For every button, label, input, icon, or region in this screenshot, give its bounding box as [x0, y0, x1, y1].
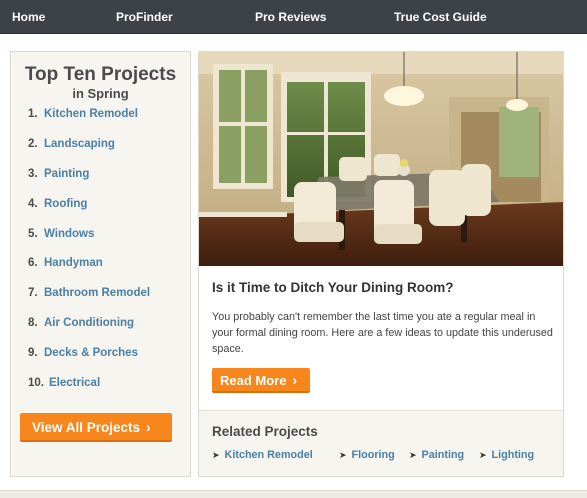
sidebar-subtitle: in Spring	[72, 86, 129, 101]
nav-home-link[interactable]: Home	[12, 10, 45, 24]
related-projects-title: Related Projects	[212, 424, 318, 439]
page-bottom-divider	[0, 490, 587, 498]
project-list-item: 2. Landscaping	[28, 138, 150, 168]
view-all-projects-label: View All Projects	[32, 420, 141, 435]
chevron-right-icon: ›	[292, 372, 298, 388]
top-navigation: Home ProFinder Pro Reviews True Cost Gui…	[0, 0, 587, 34]
project-rank: 4.	[28, 197, 38, 210]
related-link-lighting[interactable]: ➤ Lighting	[479, 449, 534, 461]
project-link-handyman[interactable]: Handyman	[44, 257, 103, 269]
related-projects: Related Projects ➤ Kitchen Remodel ➤ Floor…	[199, 410, 563, 476]
project-list-item: 1. Kitchen Remodel	[28, 108, 150, 138]
project-link-landscaping[interactable]: Landscaping	[44, 138, 115, 150]
project-rank: 7.	[28, 287, 38, 300]
top-projects-sidebar: Top Ten Projects in Spring 1. Kitchen Rem…	[10, 51, 191, 477]
project-list-item: 8. Air Conditioning	[28, 317, 150, 347]
related-link-label: Flooring	[351, 449, 395, 461]
related-link-kitchen-remodel[interactable]: ➤ Kitchen Remodel	[212, 449, 313, 461]
project-link-kitchen-remodel[interactable]: Kitchen Remodel	[44, 108, 138, 120]
arrow-right-icon: ➤	[409, 450, 417, 460]
related-link-label: Kitchen Remodel	[224, 449, 313, 461]
chevron-right-icon: ›	[146, 419, 151, 435]
project-link-decks-porches[interactable]: Decks & Porches	[44, 347, 138, 359]
project-link-windows[interactable]: Windows	[44, 228, 94, 240]
article-title[interactable]: Is it Time to Ditch Your Dining Room?	[212, 280, 454, 295]
project-rank: 8.	[28, 317, 38, 330]
project-rank: 3.	[28, 167, 38, 180]
read-more-label: Read More	[220, 373, 287, 388]
nav-pro-reviews-link[interactable]: Pro Reviews	[255, 10, 326, 24]
featured-article: Is it Time to Ditch Your Dining Room? Yo…	[198, 51, 564, 477]
read-more-button[interactable]: Read More ›	[212, 368, 310, 393]
dining-room-photo[interactable]	[199, 52, 563, 266]
arrow-right-icon: ➤	[339, 450, 347, 460]
related-link-label: Painting	[421, 449, 465, 461]
project-rank: 6.	[28, 257, 38, 270]
project-link-bathroom-remodel[interactable]: Bathroom Remodel	[44, 287, 150, 299]
dining-room-image	[199, 52, 563, 266]
article-summary: You probably can't remember the last tim…	[212, 311, 553, 355]
project-link-painting[interactable]: Painting	[44, 168, 89, 180]
project-list-item: 9. Decks & Porches	[28, 347, 150, 377]
view-all-projects-button[interactable]: View All Projects ›	[20, 413, 172, 442]
project-rank: 5.	[28, 227, 38, 240]
project-list-item: 10. Electrical	[28, 377, 150, 407]
project-rank: 1.	[28, 108, 38, 120]
related-link-label: Lighting	[491, 449, 535, 461]
project-list-item: 3. Painting	[28, 168, 150, 198]
related-link-flooring[interactable]: ➤ Flooring	[339, 449, 395, 461]
project-link-roofing[interactable]: Roofing	[44, 198, 87, 210]
project-link-electrical[interactable]: Electrical	[49, 377, 100, 389]
nav-profinder-link[interactable]: ProFinder	[116, 10, 173, 24]
project-list-item: 7. Bathroom Remodel	[28, 287, 150, 317]
project-list-item: 5. Windows	[28, 228, 150, 258]
project-link-air-conditioning[interactable]: Air Conditioning	[44, 317, 134, 329]
project-list-item: 6. Handyman	[28, 257, 150, 287]
project-rank: 9.	[28, 347, 38, 360]
top-projects-list: 1. Kitchen Remodel 2. Landscaping 3. Painti…	[28, 108, 150, 407]
arrow-right-icon: ➤	[212, 450, 220, 460]
arrow-right-icon: ➤	[479, 450, 487, 460]
project-list-item: 4. Roofing	[28, 198, 150, 228]
related-link-painting[interactable]: ➤ Painting	[409, 449, 464, 461]
project-rank: 2.	[28, 137, 38, 150]
nav-true-cost-guide-link[interactable]: True Cost Guide	[394, 10, 487, 24]
sidebar-title: Top Ten Projects	[24, 64, 177, 85]
project-rank: 10.	[28, 377, 44, 390]
